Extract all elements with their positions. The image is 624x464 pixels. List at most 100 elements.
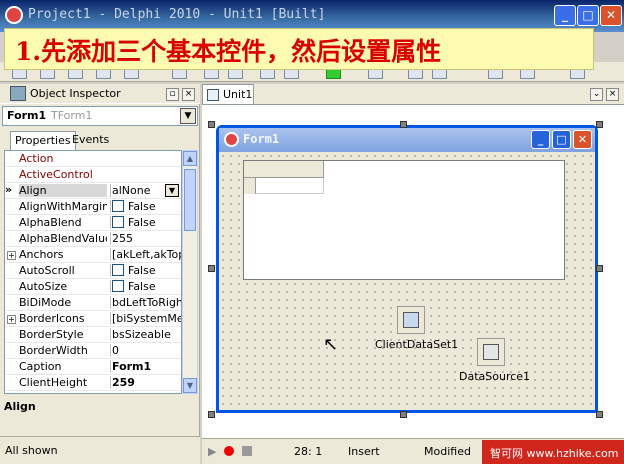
- property-value-text: [akLeft,akTop]: [112, 248, 182, 261]
- property-value[interactable]: False: [110, 216, 181, 229]
- property-value[interactable]: [biSystemMenu: [110, 312, 181, 325]
- selection-handle[interactable]: [208, 121, 215, 128]
- modified-indicator: Modified: [424, 445, 471, 458]
- property-name: BorderIcons: [19, 312, 85, 325]
- pin-icon[interactable]: ▫: [166, 88, 179, 101]
- form1-client-area[interactable]: ClientDataSet1 DataSource1 ↖: [219, 152, 595, 410]
- property-value[interactable]: False: [110, 280, 181, 293]
- selection-handle[interactable]: [596, 411, 603, 418]
- form-maximize-icon[interactable]: □: [552, 130, 571, 149]
- expand-icon[interactable]: +: [7, 251, 16, 260]
- property-value-text: False: [128, 264, 156, 277]
- expand-icon[interactable]: +: [7, 315, 16, 324]
- client-dataset-icon: [403, 312, 419, 328]
- close-tab-icon[interactable]: ×: [606, 88, 619, 101]
- property-value[interactable]: 255: [110, 232, 181, 245]
- property-value[interactable]: False: [110, 200, 181, 213]
- property-value[interactable]: Form1: [110, 360, 181, 373]
- datasource-component[interactable]: [477, 338, 505, 366]
- inspector-status-bar: All shown: [0, 436, 200, 464]
- property-name: AlphaBlend: [19, 216, 82, 229]
- property-grid[interactable]: Action ActiveControl » Align alNone ▼ AlignWit…: [4, 150, 182, 394]
- property-value[interactable]: False: [110, 264, 181, 277]
- property-row[interactable]: AlignWithMargins False: [5, 199, 181, 215]
- property-row[interactable]: BorderStyle bsSizeable: [5, 327, 181, 343]
- tab-events[interactable]: Events: [68, 131, 113, 149]
- property-value[interactable]: 0: [110, 344, 181, 357]
- property-value-text: bdLeftToRight: [112, 296, 182, 309]
- property-value[interactable]: bdLeftToRight: [110, 296, 182, 309]
- selection-handle[interactable]: [208, 411, 215, 418]
- checkbox[interactable]: [112, 200, 124, 212]
- property-row[interactable]: AutoSize False: [5, 279, 181, 295]
- component-selector[interactable]: Form1 TForm1 ▼: [2, 106, 198, 126]
- client-dataset-label: ClientDataSet1: [375, 338, 459, 351]
- chevron-down-icon[interactable]: ▼: [165, 184, 179, 197]
- form-close-icon[interactable]: ✕: [573, 130, 592, 149]
- stop-macro-icon[interactable]: [242, 446, 252, 456]
- grid-header-cell: [244, 161, 324, 178]
- property-value[interactable]: [akLeft,akTop]: [110, 248, 182, 261]
- property-row[interactable]: ClientHeight 259: [5, 375, 181, 391]
- checkbox[interactable]: [112, 264, 124, 276]
- design-surface: Form1 _ □ ✕ ClientDataSet1 DataSource1 ↖: [202, 104, 624, 438]
- property-scrollbar[interactable]: ▲ ▼: [182, 150, 198, 394]
- dbgrid-control[interactable]: [243, 160, 565, 280]
- property-row[interactable]: » Align alNone ▼: [5, 183, 181, 199]
- selection-handle[interactable]: [400, 121, 407, 128]
- scroll-down-icon[interactable]: ▼: [183, 378, 197, 393]
- inspector-header: Object Inspector ▫ ×: [0, 84, 200, 104]
- property-name: AutoScroll: [19, 264, 75, 277]
- minimize-button[interactable]: _: [554, 5, 576, 26]
- inspector-icon: [10, 86, 26, 101]
- property-row[interactable]: +BorderIcons [biSystemMenu: [5, 311, 181, 327]
- property-value-text: False: [128, 280, 156, 293]
- property-value-text: bsSizeable: [112, 328, 171, 341]
- maximize-button[interactable]: □: [577, 5, 599, 26]
- property-value-text: Form1: [112, 360, 152, 373]
- property-name: Align: [19, 184, 107, 197]
- checkbox[interactable]: [112, 280, 124, 292]
- tab-properties[interactable]: Properties: [10, 131, 76, 150]
- selection-handle[interactable]: [208, 265, 215, 272]
- property-value[interactable]: alNone ▼: [110, 184, 181, 197]
- selection-handle[interactable]: [596, 121, 603, 128]
- scroll-up-icon[interactable]: ▲: [183, 151, 197, 166]
- property-name: BorderStyle: [19, 328, 84, 341]
- property-row[interactable]: ActiveControl: [5, 167, 181, 183]
- checkbox[interactable]: [112, 216, 124, 228]
- property-value-text: 259: [112, 376, 135, 389]
- property-row[interactable]: Action: [5, 151, 181, 167]
- property-row[interactable]: AlphaBlend False: [5, 215, 181, 231]
- selection-handle[interactable]: [400, 411, 407, 418]
- tab-unit1[interactable]: Unit1: [202, 84, 254, 104]
- play-icon[interactable]: ▶: [208, 445, 216, 458]
- watermark-text: 智可网 www.hzhike.com: [490, 447, 619, 460]
- property-row[interactable]: BorderWidth 0: [5, 343, 181, 359]
- property-value[interactable]: bsSizeable: [110, 328, 181, 341]
- property-row[interactable]: Caption Form1: [5, 359, 181, 375]
- property-value-text: 255: [112, 232, 133, 245]
- chevron-down-icon[interactable]: ▼: [180, 108, 196, 124]
- property-name: BiDiMode: [19, 296, 72, 309]
- client-dataset-component[interactable]: [397, 306, 425, 334]
- property-value-text: False: [128, 200, 156, 213]
- form1-window[interactable]: Form1 _ □ ✕ ClientDataSet1 DataSource1 ↖: [216, 125, 598, 413]
- form-minimize-icon[interactable]: _: [531, 130, 550, 149]
- record-icon[interactable]: [224, 446, 234, 456]
- datasource-label: DataSource1: [459, 370, 531, 383]
- selected-component-name: Form1: [7, 109, 47, 122]
- scroll-thumb[interactable]: [184, 169, 196, 231]
- property-row[interactable]: AlphaBlendValue 255: [5, 231, 181, 247]
- property-row[interactable]: AutoScroll False: [5, 263, 181, 279]
- selected-component-type: TForm1: [51, 109, 93, 122]
- selection-handle[interactable]: [596, 265, 603, 272]
- property-row[interactable]: BiDiMode bdLeftToRight: [5, 295, 182, 311]
- property-value[interactable]: 259: [110, 376, 181, 389]
- close-icon[interactable]: ×: [182, 88, 195, 101]
- close-button[interactable]: ✕: [600, 5, 622, 26]
- tab-list-icon[interactable]: ⌄: [590, 88, 603, 101]
- property-row[interactable]: + Anchors [akLeft,akTop]: [5, 247, 182, 263]
- grid-data-cell[interactable]: [256, 178, 324, 194]
- property-name: AutoSize: [19, 280, 68, 293]
